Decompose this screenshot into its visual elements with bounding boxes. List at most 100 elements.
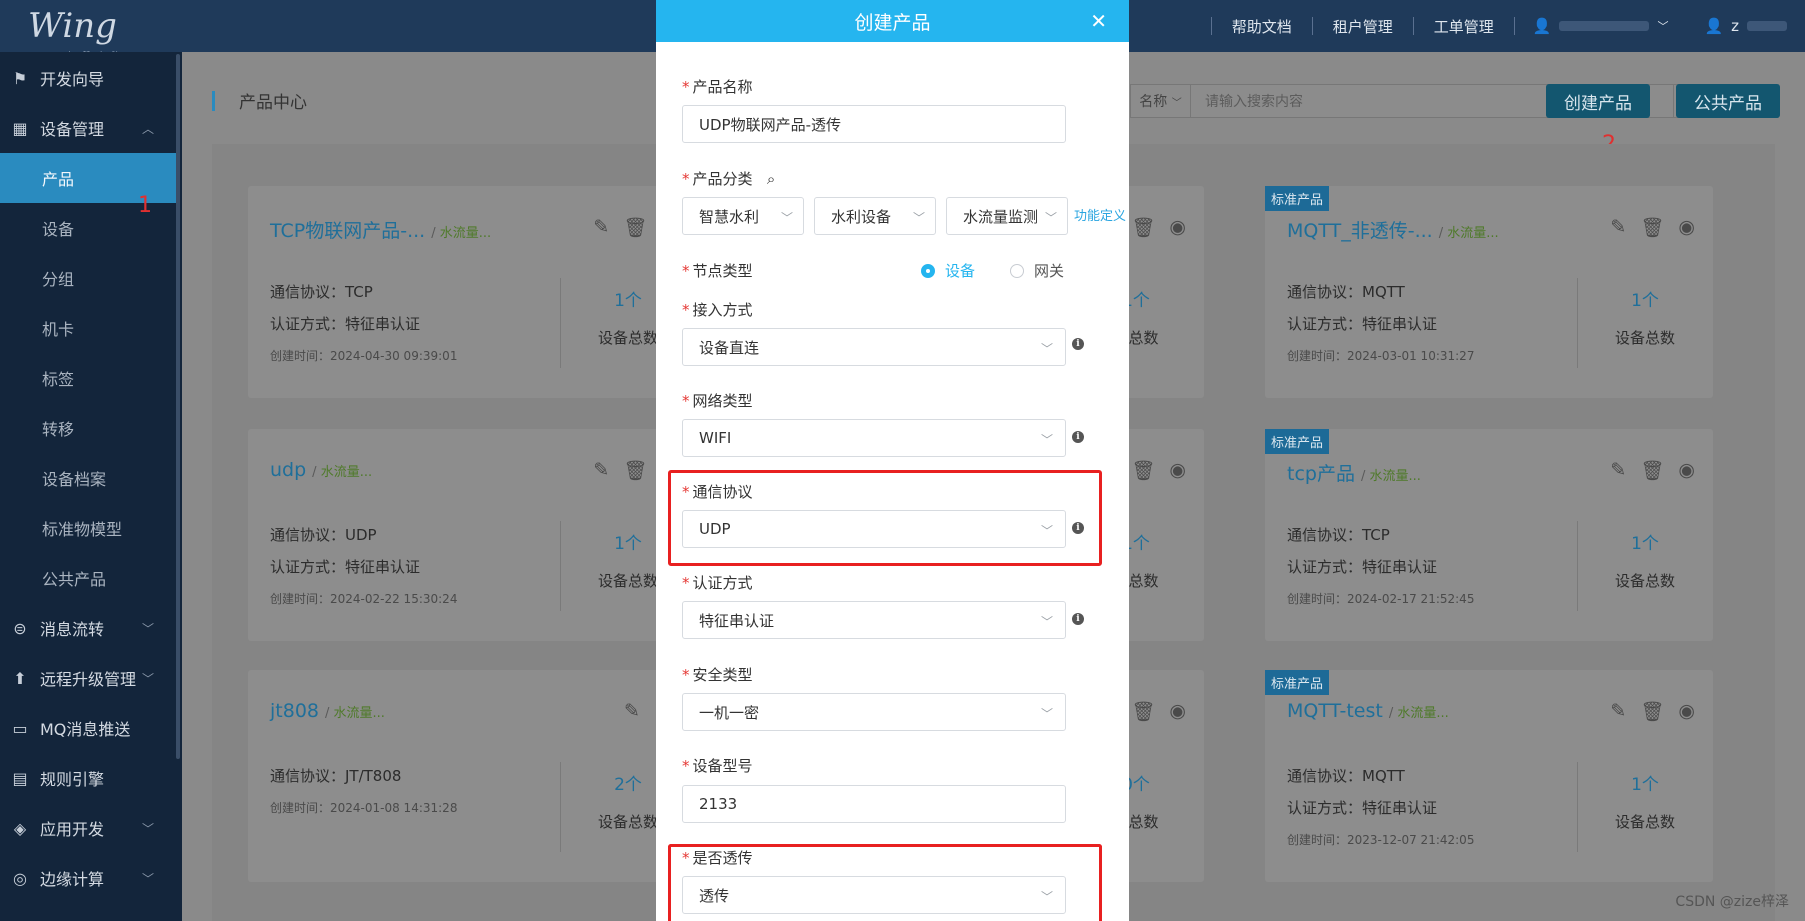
sidebar-item-remote-upgrade[interactable]: ⬆ 远程升级管理 ﹀ <box>0 653 176 703</box>
sidebar-item-dev-guide[interactable]: ⚑ 开发向导 <box>0 53 176 103</box>
edit-icon[interactable]: ✎ <box>593 459 609 482</box>
info-icon[interactable]: i <box>1072 338 1084 350</box>
product-name-link[interactable]: TCP物联网产品-... <box>270 216 425 243</box>
product-name-link[interactable]: udp <box>270 459 306 481</box>
broadcast-icon[interactable]: ◉ <box>1169 700 1186 723</box>
chevron-down-icon: ﹀ <box>1040 433 1053 447</box>
broadcast-icon[interactable]: ◉ <box>1678 700 1695 723</box>
node-type-gateway-radio[interactable]: 网关 <box>1010 260 1064 281</box>
public-product-button[interactable]: 公共产品 <box>1676 84 1780 118</box>
auth-method-select[interactable]: 特征串认证 ﹀ <box>682 601 1066 639</box>
product-card[interactable]: jt808 / 水流量... ✎ 🗑 通信协议：JT/T808 创建时间：202… <box>248 670 696 882</box>
node-type-label: * 节点类型 <box>682 260 753 281</box>
sidebar-subitem-sim-card[interactable]: 机卡 <box>0 303 176 353</box>
delete-icon[interactable]: 🗑 <box>623 459 647 482</box>
category-text: 水流量... <box>320 465 373 480</box>
sidebar-scrollbar[interactable] <box>176 54 180 759</box>
sidebar-subitem-standard-model[interactable]: 标准物模型 <box>0 503 176 553</box>
sidebar-item-label: MQ消息推送 <box>40 720 131 739</box>
broadcast-icon[interactable]: ◉ <box>1169 216 1186 239</box>
edit-icon[interactable]: ✎ <box>624 700 640 723</box>
node-type-device-radio[interactable]: 设备 <box>921 260 975 281</box>
product-category: / 水流量... <box>431 226 492 241</box>
device-count-label: 设备总数 <box>1614 572 1675 590</box>
radio-dot <box>1010 263 1024 278</box>
clipboard-icon: ▤ <box>12 768 28 788</box>
device-count-value[interactable]: 1个 <box>1577 770 1713 795</box>
broadcast-icon[interactable]: ◉ <box>1169 459 1186 482</box>
annotation-number-1: 1 <box>138 193 152 218</box>
product-name-link[interactable]: jt808 <box>270 700 319 722</box>
ticket-management-link[interactable]: 工单管理 <box>1414 16 1514 37</box>
broadcast-icon[interactable]: ◉ <box>1678 459 1695 482</box>
device-count-value[interactable]: 1个 <box>1577 286 1713 311</box>
device-count-value[interactable]: 1个 <box>1577 529 1713 554</box>
product-card[interactable]: TCP物联网产品-... / 水流量... ✎ 🗑 ◉ 通信协议：TCP 认证方… <box>248 186 696 398</box>
account-menu[interactable]: 👤 ﹀ <box>1515 17 1687 35</box>
card-actions: ✎ 🗑 ◉ <box>1610 216 1695 239</box>
tenant-management-link[interactable]: 租户管理 <box>1313 16 1413 37</box>
chevron-down-icon: ﹀ <box>1040 707 1053 721</box>
card-title: tcp产品 / 水流量... <box>1287 459 1421 486</box>
network-type-select[interactable]: WIFI ﹀ <box>682 419 1066 457</box>
sidebar-item-message-flow[interactable]: ⊜ 消息流转 ﹀ <box>0 603 176 653</box>
edit-icon[interactable]: ✎ <box>1610 216 1626 239</box>
sidebar-subitem-group[interactable]: 分组 <box>0 253 176 303</box>
edit-icon[interactable]: ✎ <box>1610 700 1626 723</box>
product-name-input[interactable]: UDP物联网产品-透传 <box>682 105 1066 143</box>
sidebar-item-edge-computing[interactable]: ◎ 边缘计算 ﹀ <box>0 853 176 903</box>
required-mark: * <box>682 170 690 188</box>
logo[interactable]: Wing 智 慧 大 脑 <box>28 6 158 60</box>
edit-icon[interactable]: ✎ <box>593 216 609 239</box>
sidebar-item-app-dev[interactable]: ◈ 应用开发 ﹀ <box>0 803 176 853</box>
broadcast-icon[interactable]: ◉ <box>1678 216 1695 239</box>
product-category: / 水流量... <box>1438 226 1499 241</box>
function-definition-link[interactable]: 功能定义 <box>1074 205 1126 224</box>
delete-icon[interactable]: 🗑 <box>1131 216 1155 239</box>
product-name-link[interactable]: MQTT_非透传-... <box>1287 216 1433 243</box>
product-card[interactable]: 标准产品 MQTT-test / 水流量... ✎ 🗑 ◉ 通信协议：MQTT … <box>1265 670 1713 882</box>
delete-icon[interactable]: 🗑 <box>1640 700 1664 723</box>
help-docs-link[interactable]: 帮助文档 <box>1212 16 1312 37</box>
security-type-select[interactable]: 一机一密 ﹀ <box>682 693 1066 731</box>
delete-icon[interactable]: 🗑 <box>1131 459 1155 482</box>
product-card[interactable]: 标准产品 tcp产品 / 水流量... ✎ 🗑 ◉ 通信协议：TCP 认证方式：… <box>1265 429 1713 641</box>
sidebar-item-mq-push[interactable]: ▭ MQ消息推送 <box>0 703 176 753</box>
sidebar-subitem-transfer[interactable]: 转移 <box>0 403 176 453</box>
chevron-down-icon: ﹀ <box>141 821 154 836</box>
search-icon[interactable]: ⌕ <box>767 170 775 188</box>
edit-icon[interactable]: ✎ <box>1610 459 1626 482</box>
delete-icon[interactable]: 🗑 <box>1640 216 1664 239</box>
access-method-select[interactable]: 设备直连 ﹀ <box>682 328 1066 366</box>
sidebar-item-label: 远程升级管理 <box>40 670 137 689</box>
search-field-select[interactable]: 名称 ﹀ <box>1130 84 1190 118</box>
product-card[interactable]: 标准产品 MQTT_非透传-... / 水流量... ✎ 🗑 ◉ 通信协议：MQ… <box>1265 186 1713 398</box>
category-level1-select[interactable]: 智慧水利 ﹀ <box>682 197 804 235</box>
create-product-button[interactable]: 创建产品 <box>1546 84 1650 118</box>
device-count-label: 设备总数 <box>1614 813 1675 831</box>
sidebar-item-rule-engine[interactable]: ▤ 规则引擎 <box>0 753 176 803</box>
product-name-link[interactable]: tcp产品 <box>1287 459 1355 486</box>
security-type-label: * 安全类型 <box>682 664 753 685</box>
category-level2-select[interactable]: 水利设备 ﹀ <box>814 197 936 235</box>
product-name-link[interactable]: MQTT-test <box>1287 700 1383 722</box>
auth-text: 认证方式：特征串认证 <box>1287 558 1438 576</box>
info-icon[interactable]: i <box>1072 431 1084 443</box>
label-text: 节点类型 <box>692 262 753 280</box>
close-icon[interactable]: ✕ <box>1090 9 1107 33</box>
chevron-up-icon: ︿ <box>141 121 154 136</box>
device-model-input[interactable]: 2133 <box>682 785 1066 823</box>
sidebar-subitem-public-product[interactable]: 公共产品 <box>0 553 176 603</box>
delete-icon[interactable]: 🗑 <box>1131 700 1155 723</box>
chevron-down-icon: ﹀ <box>141 621 154 636</box>
sidebar-subitem-device-archive[interactable]: 设备档案 <box>0 453 176 503</box>
category-level3-select[interactable]: 水流量监测 ﹀ <box>946 197 1068 235</box>
delete-icon[interactable]: 🗑 <box>1640 459 1664 482</box>
sidebar-item-device-management[interactable]: ▦ 设备管理 ︿ <box>0 103 176 153</box>
delete-icon[interactable]: 🗑 <box>623 216 647 239</box>
required-mark: * <box>682 392 690 410</box>
info-icon[interactable]: i <box>1072 613 1084 625</box>
sidebar-subitem-tag[interactable]: 标签 <box>0 353 176 403</box>
product-card[interactable]: udp / 水流量... ✎ 🗑 ◉ 通信协议：UDP 认证方式：特征串认证 创… <box>248 429 696 641</box>
user-menu[interactable]: 👤 z <box>1686 17 1805 35</box>
